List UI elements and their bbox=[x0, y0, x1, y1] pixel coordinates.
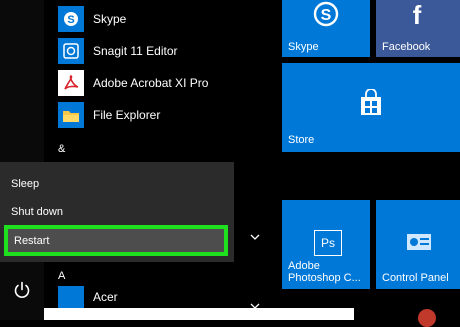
svg-text:S: S bbox=[321, 7, 332, 24]
chevron-down-icon[interactable] bbox=[250, 298, 260, 309]
shut-down-menu-item[interactable]: Shut down bbox=[0, 198, 234, 226]
app-list-item-file-explorer[interactable]: File Explorer bbox=[44, 98, 272, 132]
shut-down-label: Shut down bbox=[11, 206, 63, 218]
tile-store[interactable]: Store bbox=[282, 63, 460, 152]
app-label: Skype bbox=[93, 12, 127, 26]
tile-label: Control Panel bbox=[382, 272, 449, 284]
snagit-icon bbox=[58, 38, 84, 64]
app-list-item-acrobat[interactable]: Adobe Acrobat XI Pro bbox=[44, 66, 272, 100]
tile-control-panel[interactable]: Control Panel bbox=[376, 200, 460, 289]
app-list-item-skype[interactable]: S Skype bbox=[44, 2, 272, 36]
restart-label: Restart bbox=[14, 234, 50, 247]
tile-photoshop[interactable]: Ps Adobe Photoshop C... bbox=[282, 200, 370, 289]
app-label: Acer bbox=[93, 290, 118, 304]
tile-label-line2: Photoshop C... bbox=[288, 272, 361, 284]
control-panel-icon bbox=[406, 233, 432, 256]
svg-text:S: S bbox=[67, 14, 74, 26]
photoshop-icon: Ps bbox=[314, 230, 342, 256]
shopping-bag-icon bbox=[358, 88, 384, 122]
app-list-item-acer[interactable]: Acer bbox=[44, 286, 272, 310]
sleep-label: Sleep bbox=[11, 178, 40, 190]
tile-label: Facebook bbox=[382, 41, 431, 53]
folder-icon bbox=[58, 102, 84, 128]
taskbar-app-icon[interactable] bbox=[418, 309, 436, 327]
skype-icon: S bbox=[58, 6, 84, 32]
tile-label: Store bbox=[288, 134, 315, 146]
acer-icon bbox=[58, 286, 84, 308]
tile-facebook[interactable]: f Facebook bbox=[376, 0, 460, 57]
tile-label: Skype bbox=[288, 41, 319, 53]
app-list-item-snagit[interactable]: Snagit 11 Editor bbox=[44, 34, 272, 68]
acrobat-icon bbox=[58, 70, 84, 96]
taskbar bbox=[44, 308, 354, 320]
power-icon[interactable] bbox=[12, 280, 32, 300]
app-label: File Explorer bbox=[93, 108, 161, 122]
chevron-down-icon[interactable] bbox=[250, 229, 260, 240]
start-left-rail bbox=[0, 0, 44, 320]
app-label: Snagit 11 Editor bbox=[93, 44, 178, 58]
tile-label-line1: Adobe bbox=[288, 260, 320, 272]
restart-menu-item[interactable]: Restart bbox=[4, 225, 228, 256]
skype-icon: S bbox=[312, 0, 340, 35]
group-header-ampersand[interactable]: & bbox=[58, 143, 65, 155]
facebook-icon: f bbox=[412, 0, 422, 30]
group-header-a[interactable]: A bbox=[58, 270, 65, 282]
sleep-menu-item[interactable]: Sleep bbox=[0, 170, 234, 198]
tile-skype[interactable]: S Skype bbox=[282, 0, 370, 57]
app-label: Adobe Acrobat XI Pro bbox=[93, 76, 209, 90]
